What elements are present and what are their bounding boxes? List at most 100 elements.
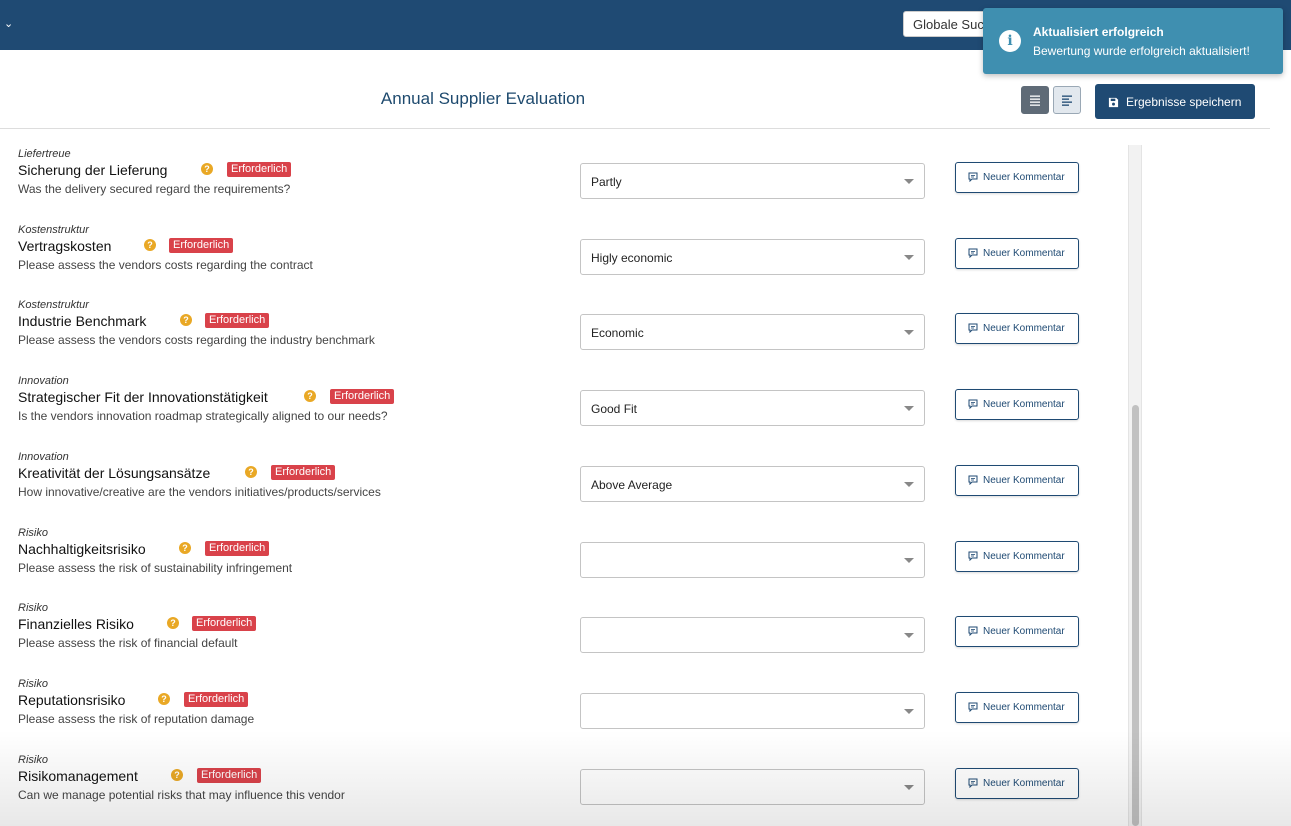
new-comment-button[interactable]: Neuer Kommentar [955,768,1079,799]
question-title: Vertragskosten [18,238,112,254]
save-results-button[interactable]: Ergebnisse speichern [1095,84,1255,119]
question-title: Industrie Benchmark [18,313,147,329]
rating-select-value: Good Fit [591,402,638,416]
rating-select[interactable]: Economic [580,314,925,350]
new-comment-button[interactable]: Neuer Kommentar [955,692,1079,723]
question-row: Risiko Nachhaltigkeitsrisiko ? Erforderl… [0,527,1128,603]
toast-message: Bewertung wurde erfolgreich aktualisiert… [1033,44,1250,58]
comment-icon [968,702,978,713]
new-comment-label: Neuer Kommentar [983,323,1065,334]
new-comment-button[interactable]: Neuer Kommentar [955,238,1079,269]
header-divider [0,128,1270,129]
question-row: Kostenstruktur Industrie Benchmark ? Erf… [0,299,1128,375]
question-description: Was the delivery secured regard the requ… [18,182,291,196]
question-row: Innovation Strategischer Fit der Innovat… [0,375,1128,451]
caret-down-icon [904,785,914,790]
help-icon[interactable]: ? [180,314,192,326]
align-left-icon [1062,95,1072,106]
rating-select[interactable] [580,617,925,653]
question-category: Innovation [18,451,69,463]
rating-select[interactable]: Higly economic [580,239,925,275]
required-badge: Erforderlich [205,541,270,556]
rating-select[interactable]: Partly [580,163,925,199]
question-title: Risikomanagement [18,768,138,784]
question-row: Liefertreue Sicherung der Lieferung ? Er… [0,148,1128,224]
help-icon[interactable]: ? [171,769,183,781]
question-row: Risiko Risikomanagement ? Erforderlich C… [0,754,1128,826]
caret-down-icon [904,633,914,638]
new-comment-button[interactable]: Neuer Kommentar [955,541,1079,572]
required-badge: Erforderlich [169,238,234,253]
rating-select[interactable]: Above Average [580,466,925,502]
new-comment-label: Neuer Kommentar [983,778,1065,789]
new-comment-button[interactable]: Neuer Kommentar [955,162,1079,193]
new-comment-button[interactable]: Neuer Kommentar [955,616,1079,647]
help-icon[interactable]: ? [245,466,257,478]
new-comment-button[interactable]: Neuer Kommentar [955,389,1079,420]
new-comment-label: Neuer Kommentar [983,702,1065,713]
required-badge: Erforderlich [271,465,336,480]
comment-icon [968,626,978,637]
comment-icon [968,399,978,410]
question-row: Innovation Kreativität der Lösungsansätz… [0,451,1128,527]
comment-icon [968,172,978,183]
rating-select[interactable] [580,542,925,578]
help-icon[interactable]: ? [158,693,170,705]
compact-view-button[interactable] [1053,86,1081,114]
rating-select-value: Economic [591,326,644,340]
question-category: Liefertreue [18,148,71,160]
question-category: Risiko [18,602,48,614]
new-comment-button[interactable]: Neuer Kommentar [955,313,1079,344]
save-results-label: Ergebnisse speichern [1126,94,1242,109]
required-badge: Erforderlich [192,616,257,631]
caret-down-icon [904,179,914,184]
required-badge: Erforderlich [197,768,262,783]
rating-select-value: Partly [591,175,622,189]
help-icon[interactable]: ? [201,163,213,175]
new-comment-button[interactable]: Neuer Kommentar [955,465,1079,496]
caret-down-icon [904,558,914,563]
required-badge: Erforderlich [184,692,249,707]
comment-icon [968,248,978,259]
question-title: Finanzielles Risiko [18,616,134,632]
page-title: Annual Supplier Evaluation [380,89,586,108]
chevron-down-icon[interactable]: ⌄ [4,17,13,30]
list-view-button[interactable] [1021,86,1049,114]
rating-select-value: Above Average [591,478,673,492]
help-icon[interactable]: ? [167,617,179,629]
rating-select-value: Higly economic [591,251,673,265]
question-description: Please assess the vendors costs regardin… [18,333,375,347]
question-description: How innovative/creative are the vendors … [18,485,381,499]
question-row: Risiko Finanzielles Risiko ? Erforderlic… [0,602,1128,678]
rating-select[interactable] [580,693,925,729]
question-description: Please assess the risk of sustainability… [18,561,293,575]
scrollbar-thumb[interactable] [1132,405,1139,826]
info-icon: i [999,30,1021,52]
question-row: Kostenstruktur Vertragskosten ? Erforder… [0,224,1128,300]
caret-down-icon [904,709,914,714]
question-title: Nachhaltigkeitsrisiko [18,541,146,557]
question-category: Risiko [18,754,48,766]
success-toast[interactable]: i Aktualisiert erfolgreich Bewertung wur… [983,8,1283,74]
caret-down-icon [904,255,914,260]
new-comment-label: Neuer Kommentar [983,551,1065,562]
question-category: Risiko [18,678,48,690]
new-comment-label: Neuer Kommentar [983,172,1065,183]
question-title: Sicherung der Lieferung [18,162,168,178]
required-badge: Erforderlich [205,313,270,328]
question-category: Kostenstruktur [18,224,89,236]
scrollbar-track[interactable] [1128,145,1142,826]
question-category: Risiko [18,527,48,539]
help-icon[interactable]: ? [144,239,156,251]
rating-select[interactable]: Good Fit [580,390,925,426]
question-title: Kreativität der Lösungsansätze [18,465,211,481]
question-description: Please assess the risk of reputation dam… [18,712,255,726]
rating-select[interactable] [580,769,925,805]
comment-icon [968,475,978,486]
help-icon[interactable]: ? [179,542,191,554]
new-comment-label: Neuer Kommentar [983,248,1065,259]
list-icon [1030,95,1040,106]
comment-icon [968,323,978,334]
toast-title: Aktualisiert erfolgreich [1033,25,1164,39]
help-icon[interactable]: ? [304,390,316,402]
